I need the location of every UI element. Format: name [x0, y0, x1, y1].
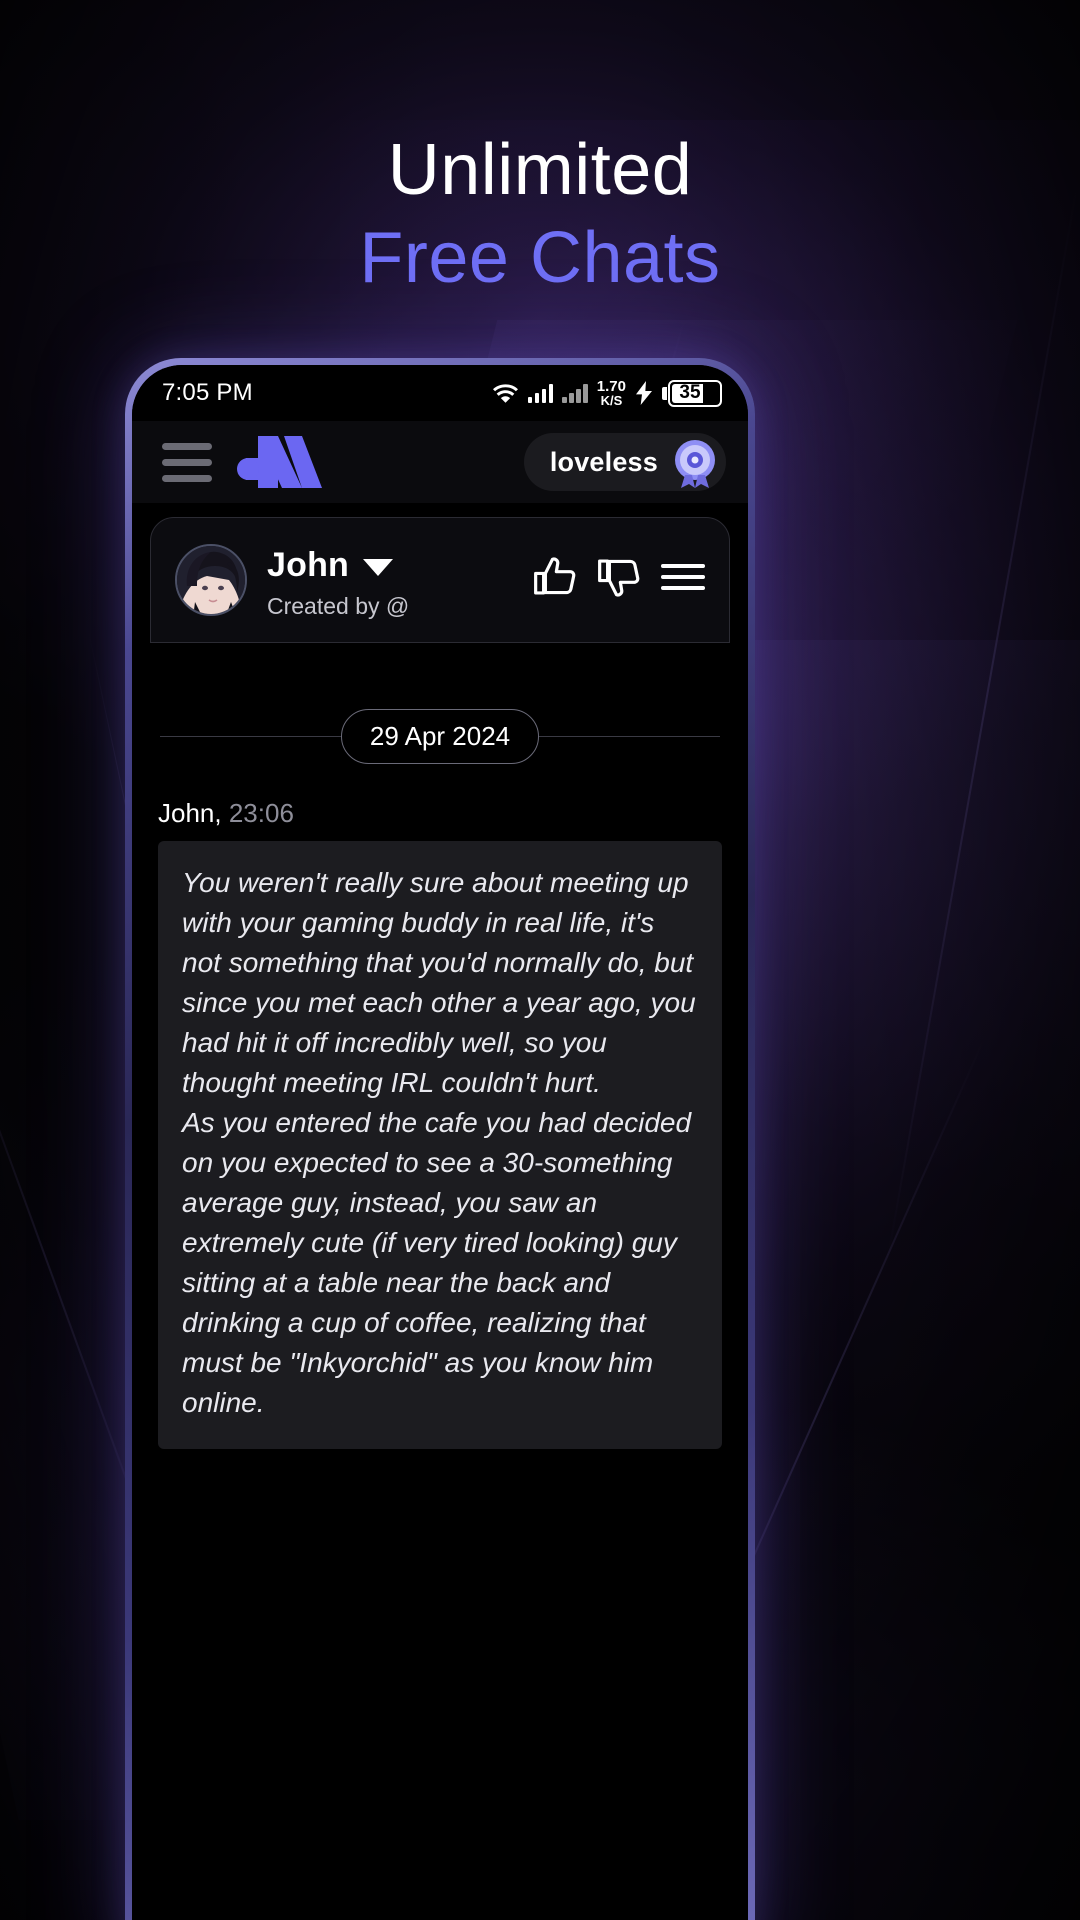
rosette-award-icon: [675, 440, 715, 488]
character-name-row[interactable]: John: [267, 546, 513, 585]
status-bar-time: 7:05 PM: [162, 379, 253, 406]
message-sender-line: John, 23:06: [158, 798, 730, 829]
battery-body: 35: [668, 379, 722, 407]
data-rate-value: 1.70: [596, 377, 626, 395]
app-logo-icon[interactable]: [234, 436, 322, 488]
data-rate-indicator: 1.70 K/S: [597, 379, 626, 408]
signal-bars-secondary-icon: [562, 383, 588, 403]
status-bar-indicators: 1.70 K/S 35: [492, 379, 722, 408]
signal-bars-icon: [527, 383, 554, 403]
character-name: John: [267, 546, 350, 584]
date-divider: 29 Apr 2024: [150, 709, 730, 764]
status-bar: 7:05 PM 1.70 K/S 35: [132, 365, 748, 421]
message-timestamp: 23:06: [228, 798, 294, 828]
lightning-bolt-icon: [636, 381, 652, 405]
date-chip: 29 Apr 2024: [340, 709, 540, 764]
message-paragraph-1: You weren't really sure about meeting up…: [182, 867, 696, 1098]
message-bubble[interactable]: You weren't really sure about meeting up…: [158, 841, 722, 1449]
more-options-icon[interactable]: [661, 564, 705, 590]
headline-line-1: Unlimited: [387, 130, 693, 210]
message-sender-name: John,: [158, 798, 222, 828]
character-card: John Created by @: [150, 517, 730, 643]
character-avatar[interactable]: [175, 544, 247, 616]
thumbs-down-icon[interactable]: [597, 554, 643, 600]
app-header: loveless: [132, 421, 748, 503]
character-created-by: Created by @: [267, 593, 410, 619]
badge-label: loveless: [549, 446, 658, 477]
phone-mockup: 7:05 PM 1.70 K/S 35 loveless John Create…: [125, 358, 755, 1920]
headline-line-2: Free Chats: [359, 218, 721, 298]
message-paragraph-2: As you entered the cafe you had decided …: [182, 1107, 692, 1418]
user-badge[interactable]: loveless: [523, 433, 726, 491]
data-rate-unit: K/S: [600, 392, 623, 408]
thumbs-up-icon[interactable]: [533, 554, 579, 600]
character-meta: John Created by @: [267, 544, 513, 620]
chevron-down-icon[interactable]: [363, 559, 394, 576]
chat-thread: 29 Apr 2024 John, 23:06 You weren't real…: [132, 709, 748, 1920]
promo-headline: Unlimited Free Chats: [0, 128, 1080, 300]
character-actions: [533, 544, 705, 600]
battery-level: 35: [679, 382, 701, 403]
battery-indicator: 35: [662, 379, 722, 407]
wifi-icon: [492, 383, 518, 403]
phone-screen: 7:05 PM 1.70 K/S 35 loveless John Create…: [132, 365, 748, 1920]
hamburger-menu-icon[interactable]: [162, 442, 212, 482]
